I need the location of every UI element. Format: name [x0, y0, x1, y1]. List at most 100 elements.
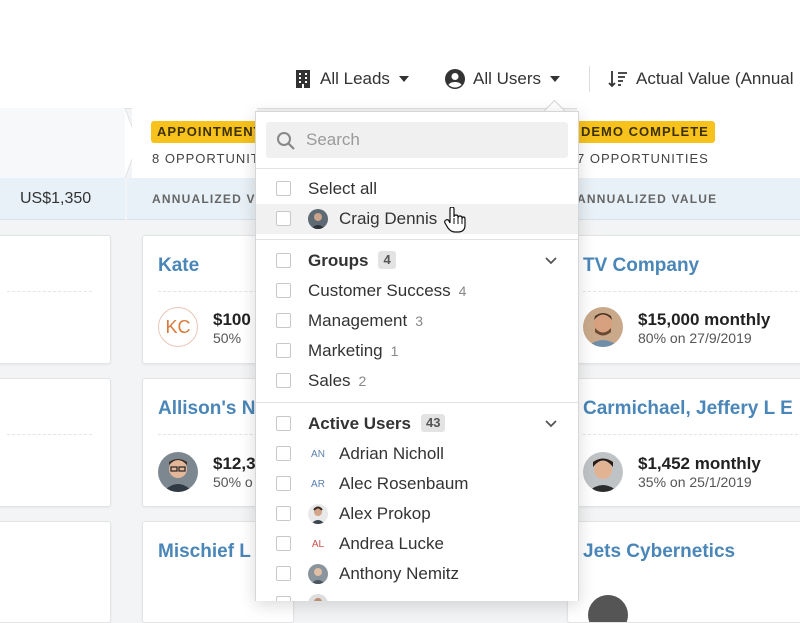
divider: [256, 168, 578, 169]
checkbox[interactable]: [276, 373, 291, 388]
lead-confidence: 80% on 27/9/2019: [638, 330, 752, 346]
stage-badge: APPOINTMENT: [151, 121, 269, 143]
option-label: Management 3: [308, 311, 424, 330]
sort-icon: [608, 71, 627, 88]
avatar: [158, 452, 198, 492]
user-option[interactable]: Alex Prokop: [256, 499, 578, 529]
lead-card[interactable]: Jets Cybernetics: [567, 521, 800, 623]
avatar: [308, 209, 328, 229]
lead-confidence: 35% on 25/1/2019: [638, 474, 752, 490]
checkbox[interactable]: [276, 343, 291, 358]
count-badge: 4: [378, 251, 396, 269]
leads-filter-label: All Leads: [320, 69, 390, 88]
user-option[interactable]: AL Andrea Lucke: [256, 529, 578, 559]
group-option[interactable]: Management 3: [256, 306, 578, 336]
checkbox[interactable]: [276, 211, 291, 226]
checkbox[interactable]: [276, 181, 291, 196]
toolbar-divider: [589, 66, 590, 92]
avatar: [583, 452, 623, 492]
column-header-left: [0, 108, 125, 178]
opportunity-count: 7 OPPORTUNITIES: [577, 151, 709, 166]
user-option[interactable]: AN Adrian Nicholl: [256, 439, 578, 469]
annualized-label: ANNUALIZED VALUE: [577, 192, 718, 206]
board-toolbar: All Leads All Users Actual Value (Annual: [0, 50, 800, 109]
lead-card[interactable]: TV Company $15,000 monthly 80% on 27/9/2…: [567, 235, 800, 364]
option-label: Adrian Nicholl: [339, 444, 444, 463]
hand-cursor-icon: [444, 207, 466, 233]
user-option[interactable]: [256, 589, 578, 601]
lead-name[interactable]: Kate: [158, 255, 199, 277]
checkbox[interactable]: [276, 536, 291, 551]
divider: [256, 402, 578, 403]
avatar: KC: [158, 307, 198, 347]
lead-name[interactable]: Allison's N: [158, 398, 255, 420]
chevron-down-icon: [398, 76, 409, 82]
lead-amount: $1,452 monthly: [638, 454, 761, 473]
column-header-appointment[interactable]: [132, 108, 257, 178]
group-section-label: Groups 4: [308, 251, 396, 271]
lead-card[interactable]: Carmichael, Jeffery L E $1,452 monthly 3…: [567, 378, 800, 507]
column-header-demo[interactable]: [577, 108, 800, 178]
option-label: Marketing 1: [308, 341, 399, 360]
total-value: US$1,350: [20, 190, 92, 207]
chevron-down-icon[interactable]: [544, 417, 558, 431]
avatar: AL: [308, 534, 328, 554]
group-option[interactable]: Sales 2: [256, 366, 578, 396]
checkbox[interactable]: [276, 283, 291, 298]
lead-amount: $100: [213, 310, 251, 329]
search-box[interactable]: [266, 122, 568, 158]
checkbox[interactable]: [276, 506, 291, 521]
group-option[interactable]: Customer Success 4: [256, 276, 578, 306]
option-label: Alex Prokop: [339, 504, 431, 523]
avatar: AN: [308, 444, 328, 464]
lead-name[interactable]: TV Company: [583, 255, 699, 277]
user-section-label: Active Users 43: [308, 414, 446, 434]
user-option[interactable]: AR Alec Rosenbaum: [256, 469, 578, 499]
lead-card[interactable]: [0, 235, 111, 364]
divider: [256, 239, 578, 240]
user-option[interactable]: Anthony Nemitz: [256, 559, 578, 589]
count-badge: 43: [421, 414, 446, 432]
select-all-option[interactable]: Select all: [256, 174, 578, 204]
groups-header[interactable]: Groups 4: [256, 246, 578, 276]
checkbox[interactable]: [276, 596, 291, 601]
checkbox[interactable]: [276, 446, 291, 461]
option-label: Select all: [308, 179, 377, 198]
avatar: [583, 307, 623, 347]
avatar: AR: [308, 474, 328, 494]
checkbox[interactable]: [276, 476, 291, 491]
leads-filter-button[interactable]: All Leads: [295, 50, 409, 108]
group-option[interactable]: Marketing 1: [256, 336, 578, 366]
active-users-header[interactable]: Active Users 43: [256, 409, 578, 439]
lead-confidence: 50% o: [213, 474, 253, 490]
option-label: Anthony Nemitz: [339, 564, 459, 583]
building-icon: [296, 70, 310, 88]
users-filter-button[interactable]: All Users: [445, 50, 561, 108]
lead-card[interactable]: [0, 521, 111, 623]
checkbox[interactable]: [276, 566, 291, 581]
avatar: [308, 564, 328, 584]
lead-name[interactable]: Jets Cybernetics: [583, 541, 735, 563]
lead-name[interactable]: Carmichael, Jeffery L E: [583, 398, 793, 420]
option-label: Craig Dennis: [339, 209, 438, 228]
user-option-current[interactable]: Craig Dennis: [256, 204, 578, 234]
stage-badge: DEMO COMPLETE: [575, 121, 715, 143]
lead-confidence: 50%: [213, 330, 242, 346]
avatar: [308, 504, 328, 524]
checkbox[interactable]: [276, 253, 291, 268]
checkbox[interactable]: [276, 313, 291, 328]
option-label: Customer Success 4: [308, 281, 467, 300]
lead-amount: $15,000 monthly: [638, 310, 771, 329]
user-filter-dropdown: Select all Craig Dennis Groups4 Customer…: [255, 111, 579, 601]
sort-button[interactable]: Actual Value (Annual: [608, 50, 794, 108]
checkbox[interactable]: [276, 416, 291, 431]
lead-name[interactable]: Mischief L: [158, 541, 251, 563]
search-icon: [277, 132, 295, 150]
chevron-down-icon[interactable]: [544, 254, 558, 268]
sort-label: Actual Value (Annual: [636, 69, 794, 88]
search-input[interactable]: [306, 122, 556, 158]
option-label: Alec Rosenbaum: [339, 474, 469, 493]
lead-card[interactable]: [0, 378, 111, 507]
chevron-down-icon: [550, 76, 561, 82]
annualized-label: ANNUALIZED V: [152, 192, 256, 206]
